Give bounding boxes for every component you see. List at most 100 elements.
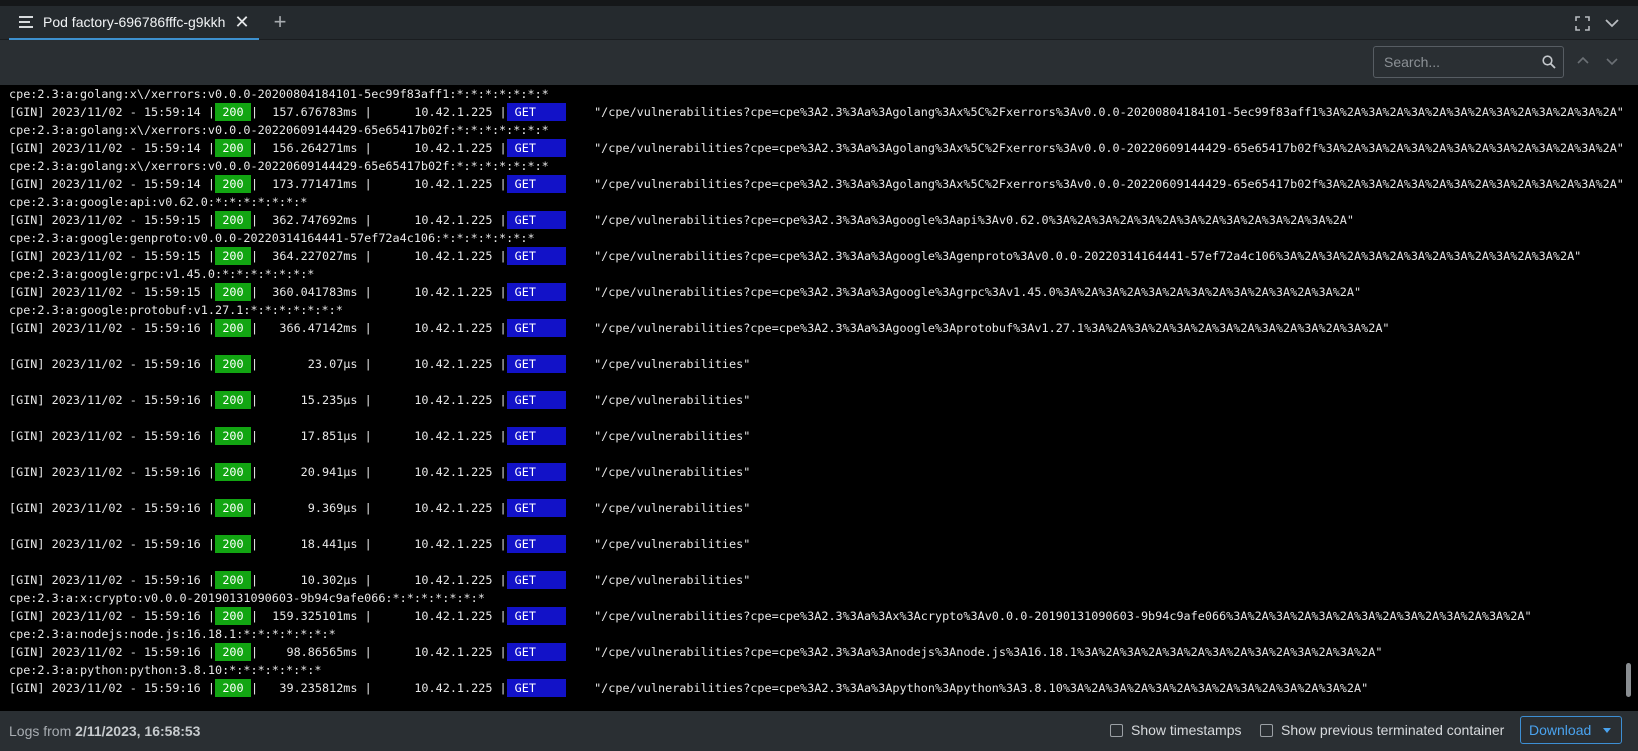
- log-prefix: [GIN] 2023/11/02 - 15:59:16 |: [9, 393, 215, 407]
- log-line-blank: [9, 337, 1624, 355]
- status-badge: 200: [214, 139, 251, 157]
- log-line-request: [GIN] 2023/11/02 - 15:59:16 | 200 | 159.32…: [9, 607, 1624, 625]
- log-path: "/cpe/vulnerabilities?cpe=cpe%3A2.3%3Aa%…: [565, 105, 1624, 119]
- log-line-request: [GIN] 2023/11/02 - 15:59:14 | 200 | 157.67…: [9, 103, 1624, 121]
- log-line-request: [GIN] 2023/11/02 - 15:59:16 | 200 | 15.235…: [9, 391, 1624, 409]
- log-line-request: [GIN] 2023/11/02 - 15:59:16 | 200 | 20.941…: [9, 463, 1624, 481]
- log-line-cpe: cpe:2.3:a:google:grpc:v1.45.0:*:*:*:*:*:…: [9, 267, 315, 281]
- method-badge: GET: [506, 571, 566, 589]
- log-line-blank: [9, 481, 1624, 499]
- log-line-request: [GIN] 2023/11/02 - 15:59:15 | 200 | 360.04…: [9, 283, 1624, 301]
- status-badge: 200: [214, 535, 251, 553]
- log-line-request: [GIN] 2023/11/02 - 15:59:16 | 200 | 9.369µ…: [9, 499, 1624, 517]
- log-prefix: [GIN] 2023/11/02 - 15:59:15 |: [9, 213, 215, 227]
- log-latency-ip: | 18.441µs | 10.42.1.225 |: [250, 537, 507, 551]
- log-path: "/cpe/vulnerabilities?cpe=cpe%3A2.3%3Aa%…: [565, 213, 1355, 227]
- log-path: "/cpe/vulnerabilities?cpe=cpe%3A2.3%3Aa%…: [565, 609, 1532, 623]
- status-badge: 200: [214, 499, 251, 517]
- search-box: [1373, 46, 1564, 78]
- method-badge: GET: [506, 211, 566, 229]
- log-prefix: [GIN] 2023/11/02 - 15:59:15 |: [9, 285, 215, 299]
- status-badge: 200: [214, 391, 251, 409]
- status-badge: 200: [214, 679, 251, 697]
- checkbox-box[interactable]: [1260, 723, 1273, 737]
- menu-icon: [19, 16, 33, 28]
- log-line-request: [GIN] 2023/11/02 - 15:59:15 | 200 | 362.74…: [9, 211, 1624, 229]
- log-prefix: [GIN] 2023/11/02 - 15:59:16 |: [9, 645, 215, 659]
- log-prefix: [GIN] 2023/11/02 - 15:59:15 |: [9, 249, 215, 263]
- log-path: "/cpe/vulnerabilities": [565, 573, 751, 587]
- log-prefix: [GIN] 2023/11/02 - 15:59:16 |: [9, 537, 215, 551]
- log-prefix: [GIN] 2023/11/02 - 15:59:16 |: [9, 321, 215, 335]
- chevron-up-icon[interactable]: [1576, 54, 1590, 68]
- method-badge: GET: [506, 499, 566, 517]
- log-line-cpe: cpe:2.3:a:golang:x\/xerrors:v0.0.0-20200…: [9, 87, 549, 101]
- log-path: "/cpe/vulnerabilities": [565, 537, 751, 551]
- checkbox-box[interactable]: [1110, 723, 1123, 737]
- log-prefix: [GIN] 2023/11/02 - 15:59:16 |: [9, 573, 215, 587]
- method-badge: GET: [506, 391, 566, 409]
- log-latency-ip: | 159.325101ms | 10.42.1.225 |: [250, 609, 507, 623]
- status-badge: 200: [214, 607, 251, 625]
- search-input[interactable]: [1374, 54, 1534, 70]
- log-line-request: [GIN] 2023/11/02 - 15:59:16 | 200 | 23.07µ…: [9, 355, 1624, 373]
- log-latency-ip: | 366.47142ms | 10.42.1.225 |: [250, 321, 507, 335]
- log-line-request: [GIN] 2023/11/02 - 15:59:16 | 200 | 17.851…: [9, 427, 1624, 445]
- log-prefix: [GIN] 2023/11/02 - 15:59:16 |: [9, 501, 215, 515]
- caret-down-icon[interactable]: [1603, 728, 1611, 733]
- fullscreen-icon[interactable]: [1575, 16, 1590, 31]
- method-badge: GET: [506, 175, 566, 193]
- scrollbar-thumb[interactable]: [1626, 663, 1631, 697]
- log-line-cpe: cpe:2.3:a:nodejs:node.js:16.18.1:*:*:*:*…: [9, 627, 336, 641]
- status-badge: 200: [214, 427, 251, 445]
- log-prefix: [GIN] 2023/11/02 - 15:59:16 |: [9, 465, 215, 479]
- log-line-request: [GIN] 2023/11/02 - 15:59:16 | 200 | 39.235…: [9, 679, 1624, 697]
- log-path: "/cpe/vulnerabilities?cpe=cpe%3A2.3%3Aa%…: [565, 285, 1362, 299]
- log-line-request: [GIN] 2023/11/02 - 15:59:16 | 200 | 10.302…: [9, 571, 1624, 589]
- log-footer: Logs from 2/11/2023, 16:58:53 Show times…: [0, 711, 1638, 751]
- chevron-down-icon[interactable]: [1604, 16, 1620, 30]
- search-icon[interactable]: [1542, 55, 1556, 69]
- log-path: "/cpe/vulnerabilities": [565, 465, 751, 479]
- chevron-down-icon[interactable]: [1605, 54, 1619, 68]
- log-latency-ip: | 39.235812ms | 10.42.1.225 |: [250, 681, 507, 695]
- log-path: "/cpe/vulnerabilities?cpe=cpe%3A2.3%3Aa%…: [565, 177, 1624, 191]
- log-prefix: [GIN] 2023/11/02 - 15:59:16 |: [9, 609, 215, 623]
- log-path: "/cpe/vulnerabilities?cpe=cpe%3A2.3%3Aa%…: [565, 681, 1369, 695]
- show-timestamps-checkbox[interactable]: Show timestamps: [1110, 722, 1241, 738]
- log-prefix: [GIN] 2023/11/02 - 15:59:14 |: [9, 105, 215, 119]
- log-line-request: [GIN] 2023/11/02 - 15:59:14 | 200 | 156.26…: [9, 139, 1624, 157]
- log-path: "/cpe/vulnerabilities?cpe=cpe%3A2.3%3Aa%…: [565, 645, 1383, 659]
- method-badge: GET: [506, 355, 566, 373]
- log-line-request: [GIN] 2023/11/02 - 15:59:16 | 200 | 18.441…: [9, 535, 1624, 553]
- status-badge: 200: [214, 247, 251, 265]
- log-path: "/cpe/vulnerabilities": [565, 429, 751, 443]
- method-badge: GET: [506, 643, 566, 661]
- add-tab-icon[interactable]: +: [270, 11, 290, 34]
- log-output[interactable]: cpe:2.3:a:golang:x\/xerrors:v0.0.0-20200…: [0, 85, 1638, 711]
- log-line-blank: [9, 409, 1624, 427]
- tab-pod-logs[interactable]: Pod factory-696786fffc-g9kkh ✕: [9, 6, 259, 40]
- log-path: "/cpe/vulnerabilities": [565, 357, 751, 371]
- status-badge: 200: [214, 571, 251, 589]
- close-icon[interactable]: ✕: [233, 13, 251, 31]
- log-latency-ip: | 364.227027ms | 10.42.1.225 |: [250, 249, 507, 263]
- log-line-cpe: cpe:2.3:a:golang:x\/xerrors:v0.0.0-20220…: [9, 123, 549, 137]
- status-badge: 200: [214, 103, 251, 121]
- log-path: "/cpe/vulnerabilities?cpe=cpe%3A2.3%3Aa%…: [565, 249, 1582, 263]
- log-prefix: [GIN] 2023/11/02 - 15:59:14 |: [9, 141, 215, 155]
- method-badge: GET: [506, 319, 566, 337]
- log-latency-ip: | 23.07µs | 10.42.1.225 |: [250, 357, 507, 371]
- log-line-request: [GIN] 2023/11/02 - 15:59:16 | 200 | 98.865…: [9, 643, 1624, 661]
- log-path: "/cpe/vulnerabilities?cpe=cpe%3A2.3%3Aa%…: [565, 321, 1390, 335]
- method-badge: GET: [506, 283, 566, 301]
- download-button[interactable]: Download: [1520, 716, 1622, 744]
- log-prefix: [GIN] 2023/11/02 - 15:59:16 |: [9, 429, 215, 443]
- log-line-cpe: cpe:2.3:a:google:genproto:v0.0.0-2022031…: [9, 231, 535, 245]
- show-previous-container-checkbox[interactable]: Show previous terminated container: [1260, 722, 1504, 738]
- log-path: "/cpe/vulnerabilities": [565, 393, 751, 407]
- log-latency-ip: | 173.771471ms | 10.42.1.225 |: [250, 177, 507, 191]
- logs-from-label: Logs from: [9, 723, 76, 739]
- show-timestamps-label: Show timestamps: [1131, 722, 1242, 738]
- log-prefix: [GIN] 2023/11/02 - 15:59:16 |: [9, 681, 215, 695]
